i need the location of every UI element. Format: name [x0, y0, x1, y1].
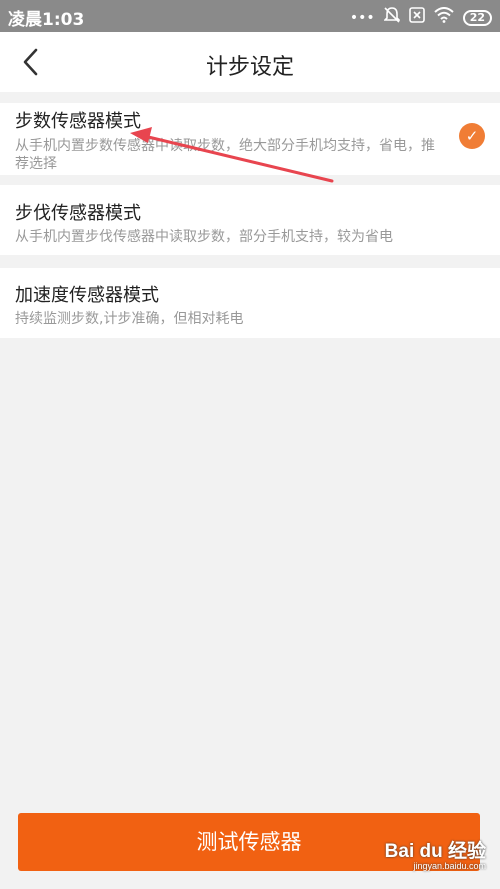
page-header: 计步设定	[0, 32, 500, 92]
option-description: 从手机内置步数传感器中读取步数，绝大部分手机均支持，省电，推荐选择	[15, 138, 435, 172]
option-description: 持续监测步数,计步准确，但相对耗电	[15, 311, 244, 327]
option-step-counter-sensor[interactable]: 步数传感器模式 从手机内置步数传感器中读取步数，绝大部分手机均支持，省电，推荐选…	[0, 103, 500, 175]
battery-indicator: 22	[462, 10, 492, 26]
watermark-main: Bai du 经验	[384, 841, 486, 862]
status-icons: ••• 22	[350, 6, 492, 30]
option-title: 步数传感器模式	[15, 111, 141, 132]
option-accelerometer-sensor[interactable]: 加速度传感器模式 持续监测步数,计步准确，但相对耗电	[0, 268, 500, 338]
option-title: 步伐传感器模式	[15, 203, 141, 224]
option-step-detector-sensor[interactable]: 步伐传感器模式 从手机内置步伐传感器中读取步数，部分手机支持，较为省电	[0, 185, 500, 255]
no-sim-icon	[408, 7, 425, 29]
status-bar: 凌晨1:03 ••• 22	[0, 0, 500, 32]
option-description: 从手机内置步伐传感器中读取步数，部分手机支持，较为省电	[15, 229, 393, 245]
baidu-watermark: Bai du 经验 jingyan.baidu.com	[385, 836, 486, 871]
page-title: 计步设定	[205, 55, 294, 80]
status-time: 凌晨1:03	[8, 10, 85, 30]
wifi-icon	[434, 7, 454, 29]
option-title: 加速度传感器模式	[15, 285, 159, 306]
silent-bell-icon	[382, 6, 401, 30]
more-dots-icon: •••	[349, 10, 375, 26]
check-icon: ✓	[459, 123, 485, 149]
